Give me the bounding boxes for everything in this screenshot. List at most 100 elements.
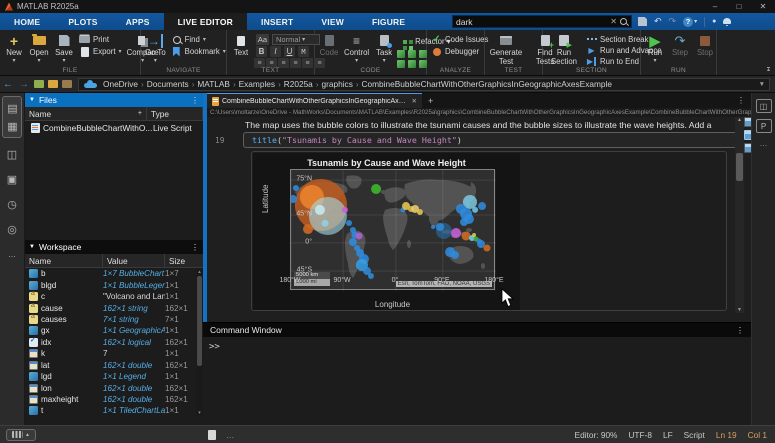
new-button[interactable]: New▾	[2, 32, 26, 66]
italic-button[interactable]: I	[270, 46, 281, 57]
column-size[interactable]: Size	[165, 254, 203, 267]
scrollbar-thumb[interactable]	[197, 276, 202, 366]
ribbon-tab-live-editor[interactable]: LIVE EDITOR	[164, 13, 247, 30]
figure-output-frame[interactable]: Tsunamis by Cause and Wave Height Latitu…	[251, 151, 727, 311]
scroll-up-icon[interactable]: ▲	[735, 117, 744, 123]
go-to-button[interactable]: Go To▾	[143, 32, 168, 66]
maximize-button[interactable]: □	[727, 0, 751, 13]
archive-box-icon[interactable]: ◫	[3, 145, 22, 163]
refactor-action-icon[interactable]	[397, 50, 405, 58]
bold-button[interactable]: B	[256, 46, 267, 57]
code-button[interactable]: Code	[317, 32, 341, 66]
help-caret-icon[interactable]: ▾	[694, 18, 697, 25]
bookmark-button[interactable]: Bookmark▾	[169, 46, 228, 57]
task-button[interactable]: Task▾	[372, 32, 396, 66]
profiler-icon[interactable]: P	[756, 119, 772, 133]
notifications-bell-icon[interactable]	[723, 17, 731, 26]
breadcrumb-item[interactable]: OneDrive	[101, 79, 140, 89]
ribbon-tab-view[interactable]: VIEW	[307, 13, 358, 30]
editor-tab[interactable]: CombineBubbleChartWithOtherGraphicsInGeo…	[207, 93, 422, 108]
redo-icon[interactable]: ↷	[669, 16, 677, 27]
workspace-scrollbar[interactable]: ▴ ▾	[196, 268, 203, 417]
more-panels-icon[interactable]: …	[3, 245, 22, 263]
status-dot-icon[interactable]: ●	[712, 18, 716, 25]
stop-button[interactable]: Stop	[693, 32, 717, 66]
breadcrumb-item[interactable]: CombineBubbleChartWithOtherGraphicsInGeo…	[360, 79, 614, 89]
workspace-variable-row[interactable]: gx1×1 GeographicA...1×1	[25, 325, 203, 336]
panels-layout-icon[interactable]: ◫	[756, 99, 772, 113]
text-button[interactable]: Text	[229, 32, 253, 66]
more-tools-icon[interactable]: …	[752, 139, 775, 148]
back-arrow-icon[interactable]: ←	[0, 79, 16, 90]
workspace-variable-row[interactable]: idx162×1 logical162×1	[25, 337, 203, 348]
debugger-button[interactable]: Debugger	[429, 46, 490, 57]
code-issues-button[interactable]: Code Issues	[429, 34, 490, 45]
control-button[interactable]: Control▾	[342, 32, 371, 66]
column-value[interactable]: Value	[103, 254, 165, 267]
print-button[interactable]: Print	[77, 34, 124, 45]
breadcrumb-item[interactable]: MATLAB	[195, 79, 232, 89]
monospace-button[interactable]: M	[298, 46, 309, 57]
files-panel-header[interactable]: ▼ Files ⋮	[25, 93, 203, 107]
find-button[interactable]: Find▾	[169, 34, 228, 45]
export-button[interactable]: Export▾	[77, 46, 124, 57]
workspace-variable-row[interactable]: cause162×1 string162×1	[25, 302, 203, 313]
workspace-panel-header[interactable]: ▼ Workspace ⋮	[25, 240, 203, 254]
workspace-variable-row[interactable]: blgd1×1 BubbleLegend1×1	[25, 279, 203, 290]
paragraph-style-dropdown[interactable]: Normal▾	[272, 34, 320, 45]
editor-scrollbar[interactable]: ▲ ▼	[735, 117, 744, 313]
code-line[interactable]: title("Tsunamis by Cause and Wave Height…	[243, 132, 737, 148]
ribbon-tab-apps[interactable]: APPS	[112, 13, 164, 30]
workspace-panel-menu-icon[interactable]: ⋮	[191, 243, 199, 252]
text-style-icon[interactable]: Aa	[256, 34, 269, 45]
help-icon[interactable]: ?	[683, 17, 693, 27]
breadcrumb-item[interactable]: graphics	[319, 79, 354, 89]
workspace-variable-row[interactable]: c"Volcano and Lan...1×1	[25, 291, 203, 302]
undo-icon[interactable]: ↶	[654, 16, 662, 27]
virtual-keyboard-button[interactable]: ▲	[6, 429, 36, 441]
forward-arrow-icon[interactable]: →	[16, 79, 32, 90]
file-row[interactable]: CombineBubbleChartWithO...Live Script	[25, 121, 203, 134]
ribbon-tab-figure[interactable]: FIGURE	[358, 13, 419, 30]
step-button[interactable]: Step	[668, 32, 692, 66]
up-folder-icon[interactable]	[48, 80, 58, 88]
workspace-variable-row[interactable]: causes7×1 string7×1	[25, 314, 203, 325]
new-tab-button[interactable]: +	[422, 93, 439, 108]
browse-folder-icon[interactable]	[62, 80, 72, 88]
workspace-variable-row[interactable]: k71×1	[25, 348, 203, 359]
document-status-icon[interactable]	[208, 430, 216, 440]
save-button[interactable]: Save▾	[52, 32, 76, 66]
history-clock-icon[interactable]: ◷	[3, 195, 22, 213]
collapse-caret-icon[interactable]: ▼	[29, 97, 35, 103]
column-name[interactable]: Name+	[25, 107, 147, 120]
ribbon-tab-insert[interactable]: INSERT	[247, 13, 307, 30]
community-people-icon[interactable]: ◎	[3, 220, 22, 238]
breadcrumb-item[interactable]: Documents	[145, 79, 191, 89]
breadcrumb[interactable]: OneDrive›Documents›MATLAB›Examples›R2025…	[78, 78, 770, 91]
figure-canvas[interactable]: Tsunamis by Cause and Wave Height Latitu…	[253, 153, 520, 310]
statusbar-more-icon[interactable]: …	[226, 430, 234, 440]
ribbon-tab-home[interactable]: HOME	[0, 13, 54, 30]
collapse-ribbon-icon[interactable]: ▴	[767, 67, 770, 72]
scroll-down-icon[interactable]: ▼	[735, 307, 744, 313]
close-tab-icon[interactable]: ✕	[412, 97, 417, 105]
workspace-variable-row[interactable]: lon162×1 double162×1	[25, 382, 203, 393]
files-panel-icon[interactable]: ▤	[3, 99, 22, 117]
scroll-down-icon[interactable]: ▾	[196, 410, 203, 416]
workspace-variable-row[interactable]: b1×7 BubbleChart1×7	[25, 268, 203, 279]
column-type[interactable]: Type	[147, 107, 203, 120]
clear-search-icon[interactable]: ✕	[608, 17, 619, 26]
refactor-action-icon[interactable]	[419, 50, 427, 58]
workspace-variable-row[interactable]: lgd1×1 Legend1×1	[25, 371, 203, 382]
documentation-search[interactable]: ✕	[452, 15, 632, 28]
open-button[interactable]: Open▾	[27, 32, 51, 66]
breadcrumb-item[interactable]: Examples	[237, 79, 277, 89]
collapse-caret-icon[interactable]: ▼	[29, 244, 35, 250]
workspace-variable-row[interactable]: lat162×1 double162×1	[25, 360, 203, 371]
scroll-up-icon[interactable]: ▴	[196, 269, 203, 275]
underline-button[interactable]: U	[284, 46, 295, 57]
search-input[interactable]	[453, 17, 608, 27]
plugins-icon[interactable]: ▣	[3, 170, 22, 188]
quick-save-icon[interactable]	[638, 17, 647, 26]
ribbon-tab-plots[interactable]: PLOTS	[54, 13, 111, 30]
